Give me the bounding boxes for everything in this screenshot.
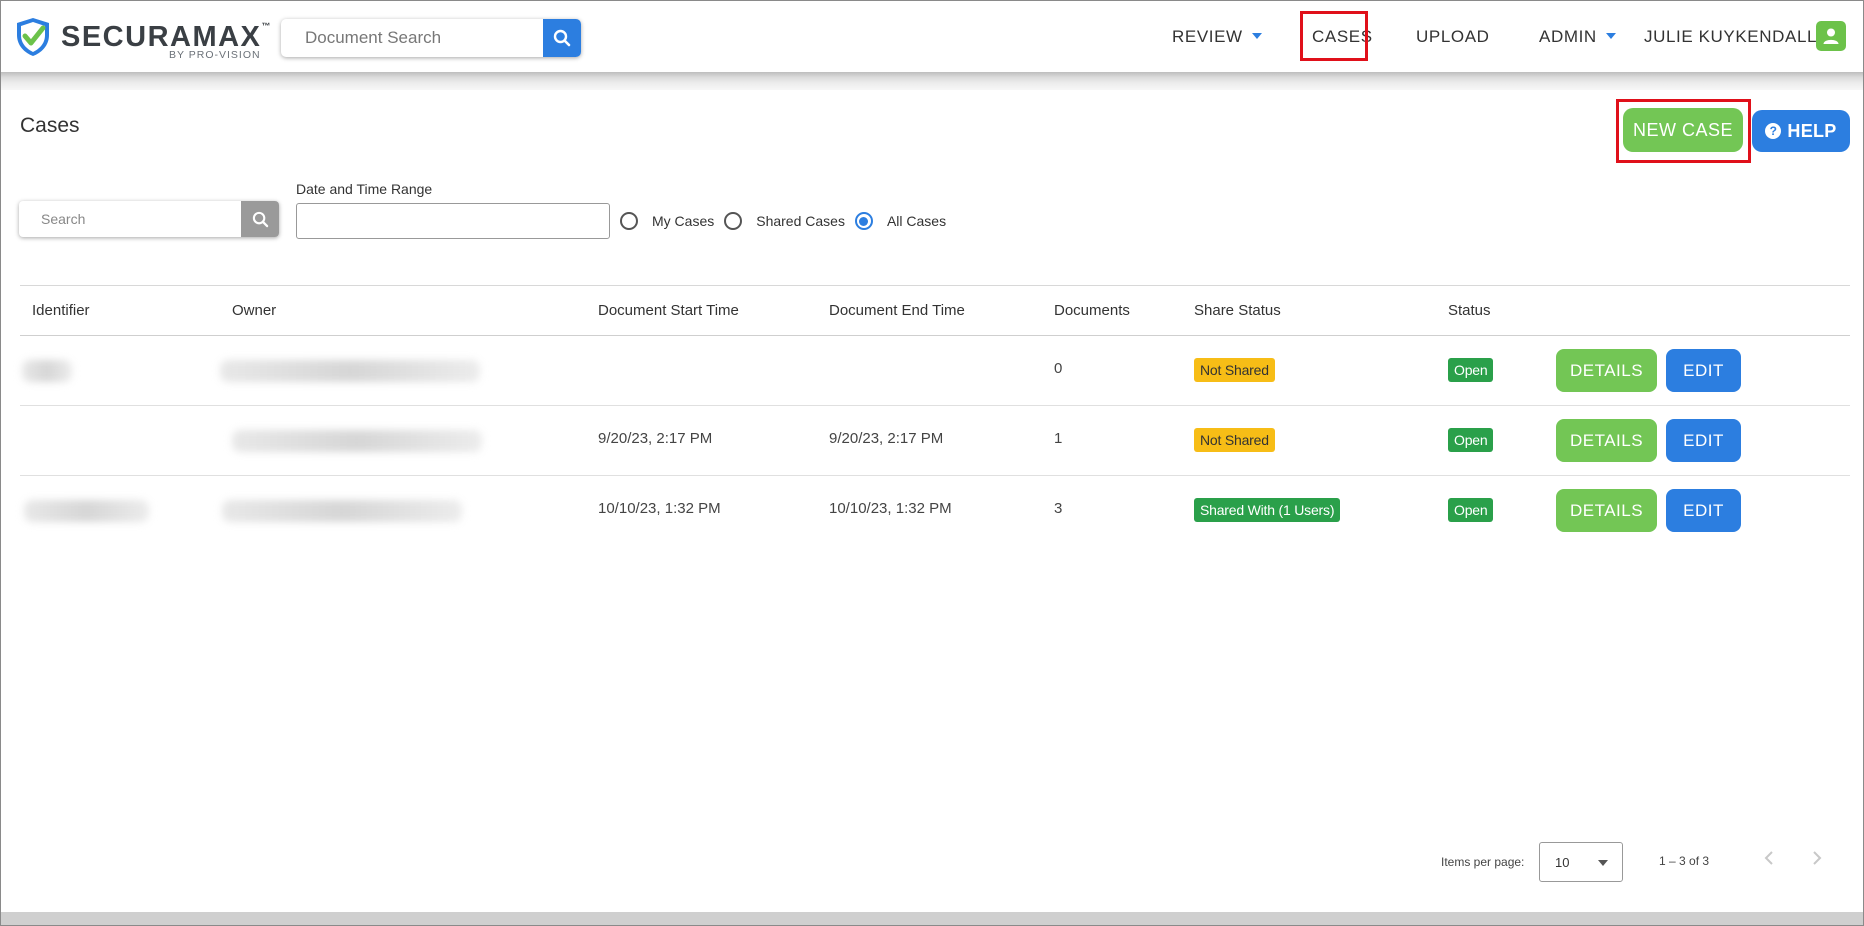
new-case-button[interactable]: NEW CASE	[1623, 108, 1743, 152]
col-start-time[interactable]: Document Start Time	[598, 302, 739, 319]
share-status-badge: Not Shared	[1194, 358, 1275, 382]
user-icon	[1823, 28, 1839, 44]
nav-admin-label: ADMIN	[1539, 27, 1597, 46]
col-share-status[interactable]: Share Status	[1194, 302, 1281, 319]
share-status-badge: Shared With (1 Users)	[1194, 498, 1341, 522]
cell-start-time: 10/10/23, 1:32 PM	[598, 500, 721, 517]
question-circle-icon: ?	[1765, 123, 1782, 139]
page-title: Cases	[20, 114, 80, 137]
nav-admin[interactable]: ADMIN	[1539, 27, 1616, 47]
case-search	[19, 201, 279, 237]
help-button[interactable]: ? HELP	[1752, 110, 1850, 152]
cases-highlight-box	[1300, 11, 1368, 61]
table-row[interactable]: 0 Not Shared Open DETAILS EDIT	[20, 336, 1850, 406]
radio-shared-cases[interactable]: Shared Cases	[724, 212, 845, 230]
case-scope-radio-group: My Cases Shared Cases All Cases	[620, 209, 956, 233]
redacted-identifier	[24, 500, 149, 522]
table-row[interactable]: 9/20/23, 2:17 PM 9/20/23, 2:17 PM 1 Not …	[20, 406, 1850, 476]
document-search-button[interactable]	[543, 19, 581, 57]
next-page-button[interactable]	[1811, 850, 1823, 870]
chevron-down-icon	[1605, 32, 1616, 39]
chevron-down-icon	[1251, 32, 1262, 39]
radio-my-cases[interactable]: My Cases	[620, 212, 714, 230]
radio-all-cases[interactable]: All Cases	[854, 212, 947, 230]
nav-review[interactable]: REVIEW	[1172, 27, 1262, 47]
share-status-badge: Not Shared	[1194, 428, 1275, 452]
edit-button[interactable]: EDIT	[1666, 489, 1741, 532]
securamax-logo[interactable]: SECURAMAX™ BY PRO-VISION	[15, 17, 275, 61]
radio-checked-icon	[854, 212, 873, 230]
radio-unchecked-icon	[724, 212, 743, 230]
edit-button[interactable]: EDIT	[1666, 349, 1741, 392]
search-icon	[252, 211, 268, 227]
radio-shared-cases-label: Shared Cases	[756, 213, 845, 229]
date-range-input[interactable]	[296, 203, 610, 239]
table-header: Identifier Owner Document Start Time Doc…	[20, 285, 1850, 336]
cell-documents: 0	[1054, 360, 1063, 377]
nav-upload[interactable]: UPLOAD	[1416, 27, 1490, 47]
nav-review-label: REVIEW	[1172, 27, 1243, 46]
redacted-owner	[220, 360, 480, 382]
case-search-input[interactable]	[19, 201, 241, 237]
bottom-bar	[1, 912, 1863, 925]
document-search	[281, 19, 581, 57]
cell-documents: 1	[1054, 430, 1063, 447]
details-button[interactable]: DETAILS	[1556, 419, 1657, 462]
status-badge: Open	[1448, 498, 1494, 522]
status-badge: Open	[1448, 428, 1494, 452]
user-avatar[interactable]	[1816, 21, 1846, 51]
cell-end-time: 9/20/23, 2:17 PM	[829, 430, 944, 447]
cell-end-time: 10/10/23, 1:32 PM	[829, 500, 952, 517]
cases-table: Identifier Owner Document Start Time Doc…	[20, 285, 1850, 545]
search-icon	[553, 29, 571, 47]
date-range-label: Date and Time Range	[296, 181, 433, 197]
items-per-page-label: Items per page:	[1441, 855, 1525, 869]
previous-page-button[interactable]	[1763, 850, 1775, 870]
radio-unchecked-icon	[620, 212, 638, 230]
details-button[interactable]: DETAILS	[1556, 489, 1657, 532]
table-row[interactable]: 10/10/23, 1:32 PM 10/10/23, 1:32 PM 3 Sh…	[20, 476, 1850, 545]
col-owner[interactable]: Owner	[232, 302, 276, 319]
top-navbar: SECURAMAX™ BY PRO-VISION REVIEW CASES UP…	[1, 1, 1863, 72]
redacted-identifier	[22, 360, 72, 382]
col-documents[interactable]: Documents	[1054, 302, 1130, 319]
help-label: HELP	[1787, 120, 1837, 141]
nav-user-name[interactable]: JULIE KUYKENDALL	[1644, 27, 1817, 47]
cell-documents: 3	[1054, 500, 1063, 517]
redacted-owner	[232, 430, 482, 452]
radio-all-cases-label: All Cases	[886, 213, 947, 229]
chevron-left-icon	[1764, 851, 1773, 865]
navbar-shadow	[1, 72, 1863, 90]
shield-check-icon	[17, 18, 49, 56]
cell-start-time: 9/20/23, 2:17 PM	[598, 430, 713, 447]
case-search-button[interactable]	[241, 201, 279, 237]
redacted-owner	[222, 500, 462, 522]
chevron-down-icon	[1598, 860, 1608, 866]
page-range-label: 1 – 3 of 3	[1659, 854, 1710, 868]
status-badge: Open	[1448, 358, 1494, 382]
items-per-page-select[interactable]: 10	[1539, 842, 1623, 882]
logo-subtitle: BY PRO-VISION	[169, 49, 261, 61]
chevron-right-icon	[1813, 851, 1822, 865]
col-status[interactable]: Status	[1448, 302, 1491, 319]
col-end-time[interactable]: Document End Time	[829, 302, 965, 319]
details-button[interactable]: DETAILS	[1556, 349, 1657, 392]
edit-button[interactable]: EDIT	[1666, 419, 1741, 462]
document-search-input[interactable]	[281, 19, 543, 57]
items-per-page-value: 10	[1555, 855, 1570, 870]
radio-my-cases-label: My Cases	[652, 213, 715, 229]
col-identifier[interactable]: Identifier	[32, 302, 90, 319]
